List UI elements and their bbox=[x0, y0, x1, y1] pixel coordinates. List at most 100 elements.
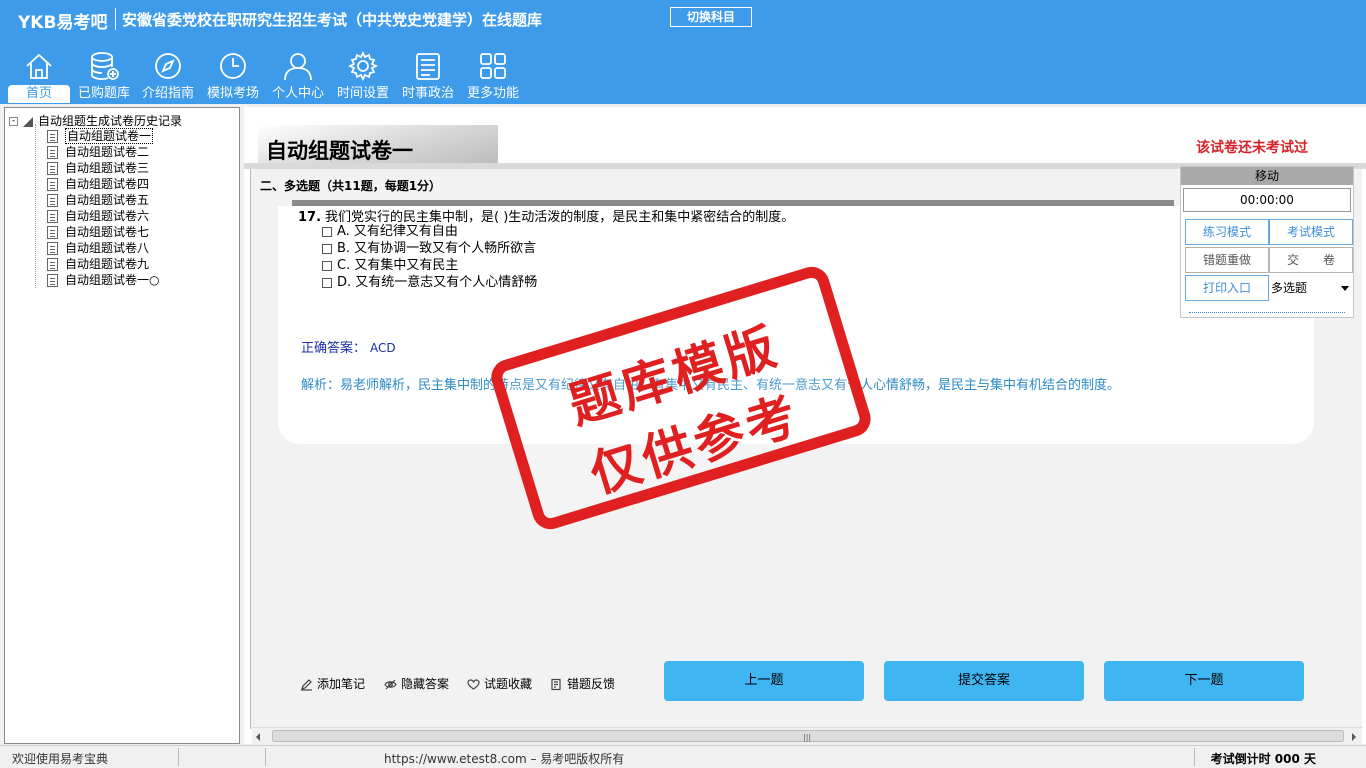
report-error-tool[interactable]: 错题反馈 bbox=[550, 675, 615, 693]
exam-control-panel: 移动 00:00:00 练习模式 考试模式 错题重做 交 卷 打印入口 多选题 bbox=[1180, 166, 1354, 318]
tree-item[interactable]: 自动组题试卷二 bbox=[45, 144, 159, 160]
next-question-button[interactable]: 下一题 bbox=[1104, 661, 1304, 701]
nav-profile[interactable]: 个人中心 bbox=[267, 48, 329, 104]
brand-separator bbox=[115, 8, 116, 30]
paper-title: 自动组题试卷一 bbox=[266, 139, 413, 163]
option-c[interactable]: C. 又有集中又有民主 bbox=[322, 257, 458, 274]
option-d[interactable]: D. 又有统一意志又有个人心情舒畅 bbox=[322, 274, 537, 291]
panel-scrollbar[interactable] bbox=[1189, 312, 1345, 313]
question-number: 17. bbox=[298, 210, 322, 225]
tree-item[interactable]: 自动组题试卷五 bbox=[45, 192, 159, 208]
history-tree: - 自动组题生成试卷历史记录 自动组题试卷一 自动组题试卷二 自动组题试卷三 自动… bbox=[4, 107, 240, 744]
user-icon bbox=[284, 53, 312, 81]
question-type-select[interactable]: 多选题 bbox=[1269, 275, 1353, 301]
newspaper-icon bbox=[416, 53, 440, 80]
exam-mode-button[interactable]: 考试模式 bbox=[1269, 219, 1353, 245]
document-icon bbox=[47, 194, 58, 207]
scroll-left-icon[interactable] bbox=[256, 733, 260, 741]
collapse-toggle[interactable]: - bbox=[9, 117, 18, 126]
clock-icon bbox=[220, 53, 246, 79]
option-checkbox[interactable] bbox=[322, 277, 332, 288]
nav-guide[interactable]: 介绍指南 bbox=[137, 48, 199, 104]
scroll-right-icon[interactable] bbox=[1352, 733, 1356, 741]
grid-icon bbox=[480, 53, 506, 79]
nav-time-settings[interactable]: 时间设置 bbox=[332, 48, 394, 104]
move-handle[interactable]: 移动 bbox=[1181, 167, 1353, 185]
redo-wrong-button[interactable]: 错题重做 bbox=[1185, 247, 1269, 273]
document-icon bbox=[47, 178, 58, 191]
nav-label: 已购题库 bbox=[77, 86, 130, 101]
submit-answer-button[interactable]: 提交答案 bbox=[884, 661, 1084, 701]
scroll-thumb[interactable]: ||| bbox=[272, 730, 1344, 742]
tree-items: 自动组题试卷一 自动组题试卷二 自动组题试卷三 自动组题试卷四 自动组题试卷五 … bbox=[45, 128, 159, 288]
answer-value: ACD bbox=[370, 341, 396, 355]
horizontal-scrollbar[interactable]: ||| bbox=[252, 727, 1362, 744]
nav-home[interactable]: 首页 bbox=[8, 48, 70, 104]
home-icon bbox=[26, 53, 52, 79]
option-checkbox[interactable] bbox=[322, 243, 332, 254]
heart-icon bbox=[467, 679, 480, 690]
tree-item[interactable]: 自动组题试卷八 bbox=[45, 240, 159, 256]
tree-item[interactable]: 自动组题试卷三 bbox=[45, 160, 159, 176]
prev-question-button[interactable]: 上一题 bbox=[664, 661, 864, 701]
nav-purchased[interactable]: 已购题库 bbox=[73, 48, 135, 104]
gear-icon bbox=[347, 50, 379, 82]
tree-item[interactable]: 自动组题试卷七 bbox=[45, 224, 159, 240]
tree-item[interactable]: 自动组题试卷九 bbox=[45, 256, 159, 272]
correct-answer: 正确答案： ACD bbox=[301, 341, 396, 356]
nav-label: 首页 bbox=[8, 85, 70, 103]
submit-paper-button[interactable]: 交 卷 bbox=[1269, 247, 1353, 273]
tree-connector bbox=[35, 124, 36, 288]
countdown-text: 考试倒计时 000 天 bbox=[1210, 752, 1316, 766]
document-icon bbox=[47, 274, 58, 287]
nav-label: 时间设置 bbox=[336, 86, 389, 101]
switch-subject-button[interactable]: 切换科目 bbox=[670, 7, 752, 27]
feedback-icon bbox=[551, 678, 561, 691]
section-heading: 二、多选题（共11题，每题1分） bbox=[260, 179, 442, 193]
grip-icon: ||| bbox=[803, 733, 812, 742]
pencil-icon bbox=[301, 679, 312, 691]
document-icon bbox=[47, 210, 58, 223]
tree-item[interactable]: 自动组题试卷一 bbox=[45, 128, 159, 144]
favorite-tool[interactable]: 试题收藏 bbox=[467, 675, 532, 693]
status-separator bbox=[1194, 748, 1195, 766]
option-b[interactable]: B. 又有协调一致又有个人畅所欲言 bbox=[322, 240, 536, 257]
document-icon bbox=[47, 162, 58, 175]
folder-icon bbox=[23, 116, 33, 127]
brand-logo: YKB易考吧 bbox=[18, 13, 108, 33]
nav-current-affairs[interactable]: 时事政治 bbox=[397, 48, 459, 104]
exam-status: 该试卷还未考试过 bbox=[1196, 140, 1308, 156]
document-icon bbox=[47, 226, 58, 239]
nav-label: 时事政治 bbox=[401, 86, 454, 101]
tree-item[interactable]: 自动组题试卷六 bbox=[45, 208, 159, 224]
practice-mode-button[interactable]: 练习模式 bbox=[1185, 219, 1269, 245]
document-icon bbox=[47, 146, 58, 159]
database-icon bbox=[91, 52, 119, 80]
option-checkbox[interactable] bbox=[322, 226, 332, 237]
option-a[interactable]: A. 又有纪律又有自由 bbox=[322, 223, 458, 240]
tree-root-label: 自动组题生成试卷历史记录 bbox=[38, 114, 183, 128]
option-checkbox[interactable] bbox=[322, 260, 332, 271]
nav-mock-exam[interactable]: 模拟考场 bbox=[202, 48, 264, 104]
eye-hidden-icon bbox=[384, 679, 397, 690]
document-icon bbox=[47, 258, 58, 271]
nav-label: 介绍指南 bbox=[141, 86, 194, 101]
nav-label: 个人中心 bbox=[271, 86, 324, 101]
status-separator bbox=[265, 748, 266, 766]
app-title: 安徽省委党校在职研究生招生考试（中共党史党建学）在线题库 bbox=[122, 11, 543, 29]
welcome-text: 欢迎使用易考宝典 bbox=[12, 752, 109, 766]
timer-display: 00:00:00 bbox=[1183, 188, 1351, 212]
print-entry-button[interactable]: 打印入口 bbox=[1185, 275, 1269, 301]
nav-label: 模拟考场 bbox=[206, 86, 259, 101]
tree-item[interactable]: 自动组题试卷一○ bbox=[45, 272, 159, 288]
compass-icon bbox=[155, 53, 181, 79]
hide-answer-tool[interactable]: 隐藏答案 bbox=[384, 675, 449, 693]
document-icon bbox=[47, 130, 58, 143]
add-note-tool[interactable]: 添加笔记 bbox=[300, 675, 365, 693]
document-icon bbox=[47, 242, 58, 255]
nav-label: 更多功能 bbox=[466, 86, 519, 101]
status-bar: 欢迎使用易考宝典 https://www.etest8.com – 易考吧版权所… bbox=[0, 745, 1366, 768]
tree-item[interactable]: 自动组题试卷四 bbox=[45, 176, 159, 192]
status-separator bbox=[178, 748, 179, 766]
nav-more[interactable]: 更多功能 bbox=[462, 48, 524, 104]
